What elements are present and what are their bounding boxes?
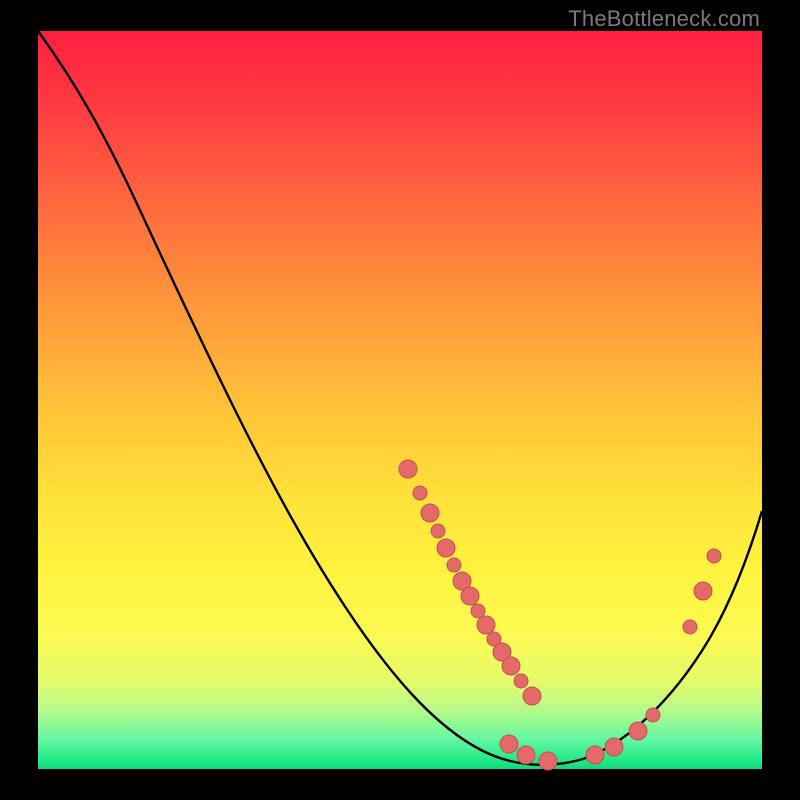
- chart-svg: [38, 31, 762, 769]
- curve-dot: [502, 657, 520, 675]
- bottleneck-curve: [38, 31, 762, 765]
- curve-dot: [437, 539, 455, 557]
- curve-dot: [500, 735, 518, 753]
- curve-dot: [413, 486, 427, 500]
- watermark-text: TheBottleneck.com: [568, 6, 760, 32]
- curve-dot: [629, 722, 647, 740]
- curve-dot: [514, 674, 528, 688]
- curve-dot: [517, 746, 535, 764]
- curve-dot: [421, 504, 439, 522]
- curve-dot: [399, 460, 417, 478]
- curve-dot: [539, 752, 557, 770]
- curve-dot: [471, 604, 485, 618]
- curve-dot: [523, 687, 541, 705]
- curve-dot: [605, 738, 623, 756]
- curve-dot: [707, 549, 721, 563]
- curve-dot: [447, 558, 461, 572]
- curve-dot-group: [399, 460, 721, 770]
- curve-dot: [477, 616, 495, 634]
- curve-dot: [461, 587, 479, 605]
- curve-dot: [646, 708, 660, 722]
- chart-gradient-area: [38, 31, 762, 769]
- curve-dot: [694, 582, 712, 600]
- curve-dot: [683, 620, 697, 634]
- curve-dot: [586, 746, 604, 764]
- curve-dot: [431, 524, 445, 538]
